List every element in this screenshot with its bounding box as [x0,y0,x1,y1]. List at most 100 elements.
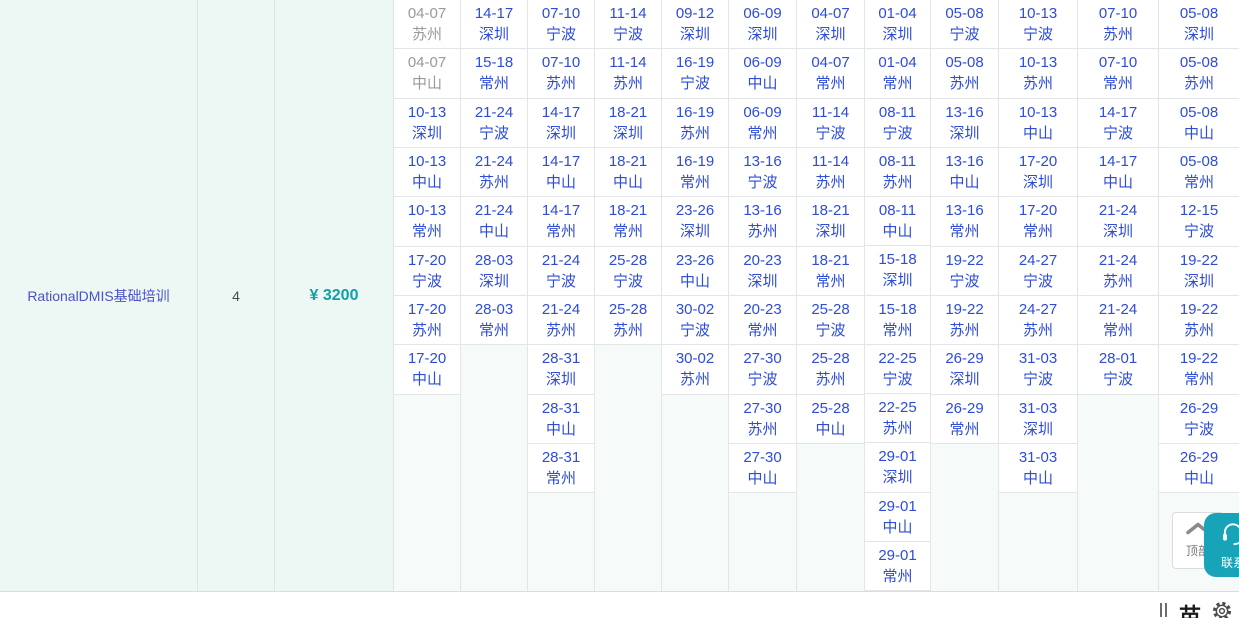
session-cell[interactable]: 20-23常州 [729,296,796,345]
session-cell[interactable]: 30-02苏州 [662,345,728,394]
session-cell[interactable]: 21-24苏州 [461,148,527,197]
session-cell[interactable]: 17-20苏州 [394,296,460,345]
session-cell[interactable]: 29-01深圳 [865,443,930,492]
session-cell[interactable]: 04-07中山 [394,49,460,98]
session-cell[interactable]: 15-18深圳 [865,246,930,295]
session-cell[interactable]: 20-23深圳 [729,247,796,296]
session-cell[interactable]: 11-14宁波 [797,99,864,148]
session-cell[interactable]: 14-17中山 [528,148,594,197]
session-cell[interactable]: 18-21深圳 [595,99,661,148]
session-cell[interactable]: 31-03中山 [999,444,1077,493]
session-cell[interactable]: 28-31常州 [528,444,594,493]
session-cell[interactable]: 28-31深圳 [528,345,594,394]
course-name-link[interactable]: RationalDMIS基础培训 [27,286,169,306]
session-cell[interactable]: 28-03深圳 [461,247,527,296]
session-cell[interactable]: 19-22常州 [1159,345,1239,394]
session-cell[interactable]: 12-15宁波 [1159,197,1239,246]
session-cell[interactable]: 06-09深圳 [729,0,796,49]
session-cell[interactable]: 21-24中山 [461,197,527,246]
session-cell[interactable]: 29-01常州 [865,542,930,591]
session-cell[interactable]: 17-20中山 [394,345,460,394]
ime-drag-handle-icon[interactable] [1160,603,1167,617]
session-cell[interactable]: 27-30中山 [729,444,796,493]
session-cell[interactable]: 26-29常州 [931,395,998,444]
session-cell[interactable]: 13-16深圳 [931,99,998,148]
session-cell[interactable]: 05-08苏州 [931,49,998,98]
session-cell[interactable]: 07-10苏州 [1078,0,1158,49]
session-cell[interactable]: 21-24宁波 [528,247,594,296]
session-cell[interactable]: 23-26深圳 [662,197,728,246]
session-cell[interactable]: 14-17宁波 [1078,99,1158,148]
session-cell[interactable]: 15-18常州 [865,296,930,345]
session-cell[interactable]: 10-13常州 [394,197,460,246]
session-cell[interactable]: 31-03深圳 [999,395,1077,444]
session-cell[interactable]: 19-22苏州 [931,296,998,345]
session-cell[interactable]: 19-22深圳 [1159,247,1239,296]
session-cell[interactable]: 27-30宁波 [729,345,796,394]
session-cell[interactable]: 28-31中山 [528,395,594,444]
session-cell[interactable]: 31-03宁波 [999,345,1077,394]
session-cell[interactable]: 06-09中山 [729,49,796,98]
session-cell[interactable]: 22-25苏州 [865,394,930,443]
session-cell[interactable]: 01-04深圳 [865,0,930,49]
session-cell[interactable]: 24-27宁波 [999,247,1077,296]
session-cell[interactable]: 05-08苏州 [1159,49,1239,98]
session-cell[interactable]: 13-16常州 [931,197,998,246]
session-cell[interactable]: 17-20深圳 [999,148,1077,197]
session-cell[interactable]: 07-10常州 [1078,49,1158,98]
session-cell[interactable]: 22-25宁波 [865,345,930,394]
session-cell[interactable]: 10-13苏州 [999,49,1077,98]
session-cell[interactable]: 21-24常州 [1078,296,1158,345]
session-cell[interactable]: 08-11宁波 [865,99,930,148]
session-cell[interactable]: 16-19宁波 [662,49,728,98]
session-cell[interactable]: 21-24苏州 [528,296,594,345]
session-cell[interactable]: 15-18常州 [461,49,527,98]
session-cell[interactable]: 18-21常州 [797,247,864,296]
session-cell[interactable]: 05-08中山 [1159,99,1239,148]
session-cell[interactable]: 25-28苏州 [595,296,661,345]
session-cell[interactable]: 28-01宁波 [1078,345,1158,394]
session-cell[interactable]: 26-29中山 [1159,444,1239,493]
session-cell[interactable]: 30-02宁波 [662,296,728,345]
session-cell[interactable]: 17-20常州 [999,197,1077,246]
session-cell[interactable]: 27-30苏州 [729,395,796,444]
ime-settings-gear-icon[interactable] [1211,600,1233,618]
session-cell[interactable]: 05-08宁波 [931,0,998,49]
session-cell[interactable]: 18-21常州 [595,197,661,246]
session-cell[interactable]: 14-17中山 [1078,148,1158,197]
session-cell[interactable]: 14-17深圳 [528,99,594,148]
session-cell[interactable]: 05-08深圳 [1159,0,1239,49]
session-cell[interactable]: 28-03常州 [461,296,527,345]
session-cell[interactable]: 21-24深圳 [1078,197,1158,246]
session-cell[interactable]: 13-16宁波 [729,148,796,197]
session-cell[interactable]: 18-21中山 [595,148,661,197]
contact-service-button[interactable]: 联系 [1204,513,1239,577]
session-cell[interactable]: 25-28中山 [797,395,864,444]
session-cell[interactable]: 17-20宁波 [394,247,460,296]
ime-language-indicator[interactable]: 苗 [1179,599,1201,618]
session-cell[interactable]: 10-13宁波 [999,0,1077,49]
session-cell[interactable]: 07-10苏州 [528,49,594,98]
session-cell[interactable]: 04-07苏州 [394,0,460,49]
session-cell[interactable]: 21-24宁波 [461,99,527,148]
session-cell[interactable]: 25-28宁波 [797,296,864,345]
session-cell[interactable]: 25-28苏州 [797,345,864,394]
session-cell[interactable]: 26-29深圳 [931,345,998,394]
session-cell[interactable]: 21-24苏州 [1078,247,1158,296]
session-cell[interactable]: 11-14宁波 [595,0,661,49]
session-cell[interactable]: 01-04常州 [865,49,930,98]
session-cell[interactable]: 25-28宁波 [595,247,661,296]
session-cell[interactable]: 04-07深圳 [797,0,864,49]
session-cell[interactable]: 26-29宁波 [1159,395,1239,444]
session-cell[interactable]: 24-27苏州 [999,296,1077,345]
session-cell[interactable]: 05-08常州 [1159,148,1239,197]
session-cell[interactable]: 08-11苏州 [865,148,930,197]
session-cell[interactable]: 06-09常州 [729,99,796,148]
session-cell[interactable]: 11-14苏州 [595,49,661,98]
session-cell[interactable]: 10-13中山 [999,99,1077,148]
session-cell[interactable]: 19-22宁波 [931,247,998,296]
session-cell[interactable]: 29-01中山 [865,493,930,542]
session-cell[interactable]: 13-16中山 [931,148,998,197]
session-cell[interactable]: 08-11中山 [865,197,930,246]
session-cell[interactable]: 04-07常州 [797,49,864,98]
